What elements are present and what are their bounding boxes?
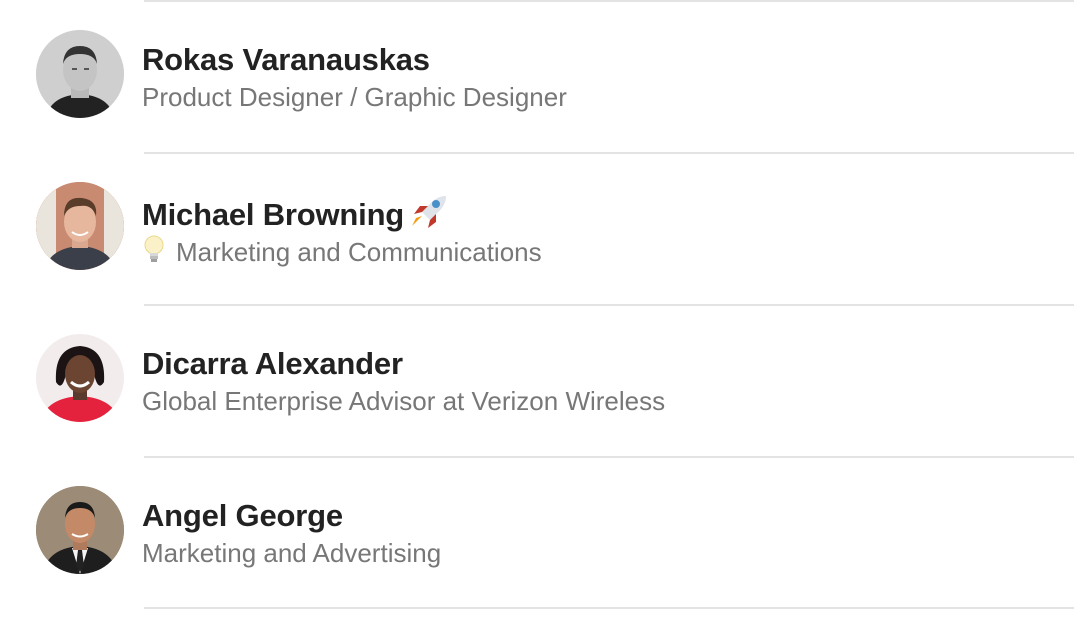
person-name-text[interactable]: Michael Browning [142, 197, 404, 233]
rocket-icon [410, 194, 448, 236]
person-name-text[interactable]: Rokas Varanauskas [142, 42, 430, 78]
person-name[interactable]: Dicarra Alexander [142, 346, 403, 382]
person-name[interactable]: Michael Browning [142, 194, 448, 236]
avatar-photo-icon [36, 30, 124, 118]
person-row[interactable]: Dicarra Alexander Global Enterprise Advi… [0, 334, 1074, 486]
divider [144, 0, 1074, 2]
avatar[interactable] [36, 334, 124, 422]
avatar[interactable] [36, 182, 124, 270]
avatar[interactable] [36, 30, 124, 118]
person-row[interactable]: Angel George Marketing and Advertising [0, 486, 1074, 620]
divider [144, 152, 1074, 154]
person-row[interactable]: Rokas Varanauskas Product Designer / Gra… [0, 30, 1074, 182]
avatar-photo-icon [36, 334, 124, 422]
person-title: Product Designer / Graphic Designer [142, 82, 567, 113]
divider [144, 456, 1074, 458]
avatar-photo-icon [36, 182, 124, 270]
avatar-photo-icon [36, 486, 124, 574]
people-list: Rokas Varanauskas Product Designer / Gra… [0, 0, 1074, 620]
divider [144, 607, 1074, 609]
avatar[interactable] [36, 486, 124, 574]
person-title: Global Enterprise Advisor at Verizon Wir… [142, 386, 665, 417]
person-title-text: Marketing and Advertising [142, 538, 442, 568]
person-title: Marketing and Advertising [142, 538, 441, 569]
person-name-text[interactable]: Dicarra Alexander [142, 346, 403, 382]
divider [144, 304, 1074, 306]
person-row[interactable]: Michael Browning Marketing and Communica… [0, 182, 1074, 334]
person-title-text: Product Designer / Graphic Designer [142, 82, 567, 112]
person-name-text[interactable]: Angel George [142, 498, 343, 534]
person-title-text: Global Enterprise Advisor at Verizon Wir… [142, 386, 666, 416]
person-title: Marketing and Communications [142, 234, 542, 271]
person-title-text: Marketing and Communications [176, 237, 542, 267]
person-name[interactable]: Angel George [142, 498, 343, 534]
person-name[interactable]: Rokas Varanauskas [142, 42, 430, 78]
lightbulb-icon [142, 234, 166, 271]
